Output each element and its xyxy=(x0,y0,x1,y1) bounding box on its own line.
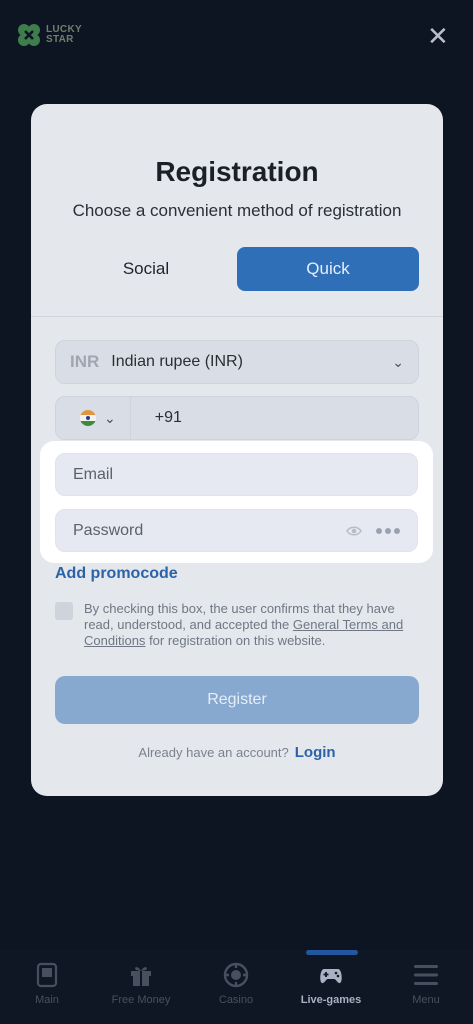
tab-social[interactable]: Social xyxy=(55,247,237,291)
password-placeholder: Password xyxy=(73,521,144,539)
phone-field[interactable]: ⌄ +91 xyxy=(55,396,419,440)
brand-text: LUCKY STAR xyxy=(46,24,82,45)
login-link[interactable]: Login xyxy=(295,744,336,761)
india-flag-icon[interactable] xyxy=(80,410,96,426)
gamepad-icon xyxy=(318,962,344,988)
close-icon: ✕ xyxy=(427,21,449,51)
currency-name: Indian rupee (INR) xyxy=(111,353,243,370)
currency-code: INR xyxy=(70,352,100,371)
email-field[interactable]: Email xyxy=(55,453,418,496)
nav-menu[interactable]: Menu xyxy=(379,962,473,1018)
already-have-account-text: Already have an account? xyxy=(138,745,289,760)
modal-title: Registration xyxy=(155,156,319,187)
register-button[interactable]: Register xyxy=(55,676,419,724)
nav-main[interactable]: Main xyxy=(0,962,94,1018)
currency-select[interactable]: INR Indian rupee (INR) ⌄ xyxy=(55,340,419,384)
phone-separator xyxy=(129,396,131,440)
hamburger-icon xyxy=(413,962,439,988)
chip-icon xyxy=(223,962,249,988)
chevron-down-icon[interactable]: ⌄ xyxy=(104,410,116,427)
modal-subtitle: Choose a convenient method of registrati… xyxy=(72,201,402,220)
chevron-down-icon: ⌄ xyxy=(392,353,404,370)
active-tab-indicator xyxy=(306,950,358,955)
highlighted-credentials: Email Password xyxy=(40,441,433,563)
nav-live-games[interactable]: Live-games xyxy=(284,962,378,1018)
add-promocode-link[interactable]: Add promocode xyxy=(55,565,178,583)
more-dots-icon[interactable] xyxy=(376,527,400,534)
terms-text: By checking this box, the user confirms … xyxy=(84,601,404,648)
lucky-star-logo[interactable]: LUCKY STAR xyxy=(16,22,82,48)
clover-logo-icon xyxy=(16,22,42,48)
tab-quick[interactable]: Quick xyxy=(237,247,419,291)
close-button[interactable]: ✕ xyxy=(427,23,449,49)
email-placeholder: Email xyxy=(73,465,114,483)
password-field[interactable]: Password xyxy=(55,509,418,552)
nav-casino[interactable]: Casino xyxy=(189,962,283,1018)
nav-free-money[interactable]: Free Money xyxy=(94,962,188,1018)
phone-icon xyxy=(34,962,60,988)
eye-icon[interactable] xyxy=(346,523,362,539)
divider xyxy=(31,316,443,317)
gift-icon xyxy=(128,962,154,988)
login-prompt: Already have an account? Login xyxy=(31,744,443,761)
top-bar: LUCKY STAR ✕ xyxy=(0,0,473,72)
terms-checkbox[interactable] xyxy=(55,602,73,620)
phone-country-code[interactable]: +91 xyxy=(155,409,182,427)
